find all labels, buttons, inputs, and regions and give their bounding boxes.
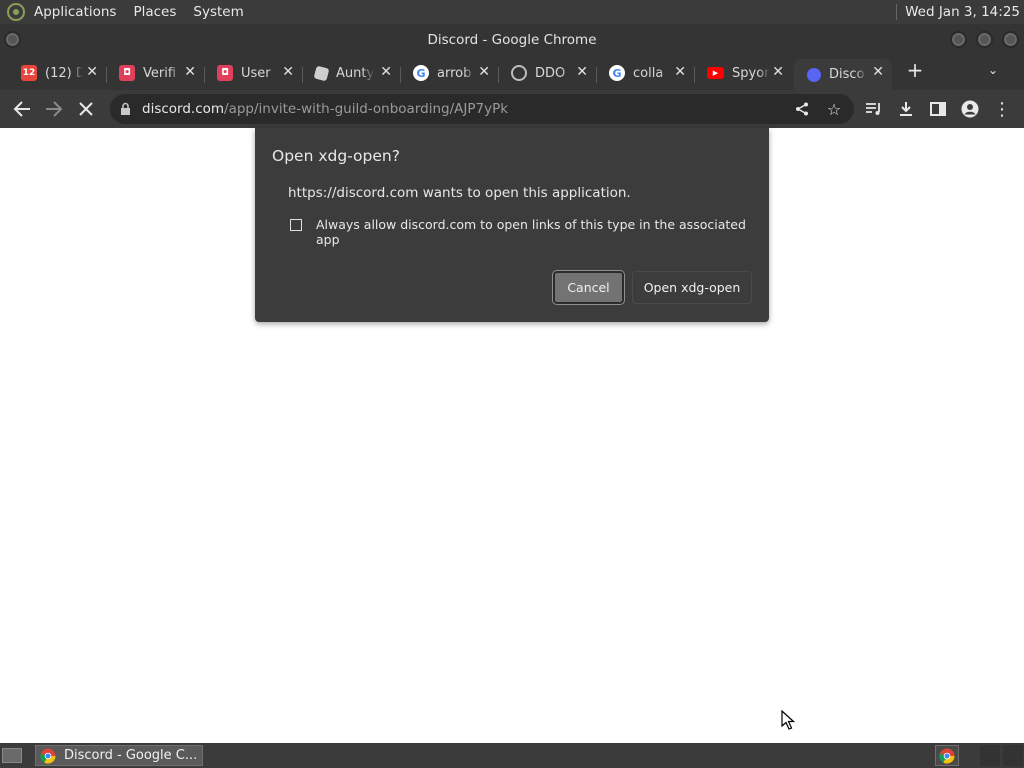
arrow-left-icon xyxy=(13,101,30,117)
close-icon[interactable]: ✕ xyxy=(282,64,294,80)
open-app-dialog: Open xdg-open? https://discord.com wants… xyxy=(255,128,769,322)
open-xdg-open-button[interactable]: Open xdg-open xyxy=(632,271,752,304)
workspace-switcher[interactable] xyxy=(980,745,1000,766)
menu-places[interactable]: Places xyxy=(133,4,176,20)
window-title: Discord - Google Chrome xyxy=(427,32,597,48)
tab-label: (12) D xyxy=(45,65,83,81)
tab-active[interactable]: Disco ✕ xyxy=(794,59,892,90)
taskbar-item-label: Discord - Google C... xyxy=(64,748,198,763)
chrome-icon xyxy=(40,748,56,764)
close-window-button[interactable] xyxy=(1002,31,1019,48)
globe-icon xyxy=(511,65,527,81)
menu-system[interactable]: System xyxy=(193,4,243,20)
close-icon[interactable]: ✕ xyxy=(380,64,392,80)
taskbar: Discord - Google C... xyxy=(0,743,1024,768)
side-panel-icon[interactable] xyxy=(926,98,950,120)
mouse-cursor-icon xyxy=(781,710,795,730)
tab-strip: 12 (12) D ✕ ◘ Verifi ✕ ◘ User ✕ Aunty ✕ … xyxy=(0,55,1024,90)
tab[interactable]: 12 (12) D ✕ xyxy=(8,59,107,87)
close-icon[interactable]: ✕ xyxy=(576,64,588,80)
minimize-button[interactable] xyxy=(950,31,967,48)
tab-label: Aunty xyxy=(336,65,374,81)
google-icon: G xyxy=(609,65,625,81)
download-icon[interactable] xyxy=(894,98,918,120)
tab-label: Disco xyxy=(829,67,865,82)
window-titlebar[interactable]: Discord - Google Chrome xyxy=(0,24,1024,55)
discord-icon xyxy=(807,67,821,82)
arrow-right-icon xyxy=(46,101,63,117)
always-allow-checkbox[interactable] xyxy=(290,219,302,231)
tab[interactable]: ▶ Spyor ✕ xyxy=(694,59,792,87)
dialog-title: Open xdg-open? xyxy=(272,147,400,165)
menu-applications[interactable]: Applications xyxy=(34,4,116,20)
close-icon xyxy=(79,102,93,116)
system-panel: Applications Places System Wed Jan 3, 14… xyxy=(0,0,1024,24)
stop-loading-button[interactable] xyxy=(74,98,98,120)
tab[interactable]: G colla ✕ xyxy=(596,59,695,87)
close-icon[interactable]: ✕ xyxy=(478,64,490,80)
new-tab-button[interactable]: + xyxy=(903,58,927,82)
kebab-menu-icon[interactable]: ⋮ xyxy=(990,98,1014,120)
tab[interactable]: ◘ Verifi ✕ xyxy=(106,59,205,87)
dialog-message: https://discord.com wants to open this a… xyxy=(288,185,631,201)
forward-button[interactable] xyxy=(42,98,66,120)
close-icon[interactable]: ✕ xyxy=(872,64,884,80)
tab-label: arrob xyxy=(437,65,472,81)
tab-label: DDO xyxy=(535,65,566,81)
tab[interactable]: ◘ User ✕ xyxy=(204,59,303,87)
tab[interactable]: DDO ✕ xyxy=(498,59,597,87)
bot-app-icon: ◘ xyxy=(119,65,135,81)
close-icon[interactable]: ✕ xyxy=(184,64,196,80)
back-button[interactable] xyxy=(10,98,34,120)
taskbar-item-chrome[interactable]: Discord - Google C... xyxy=(35,745,203,766)
url-text[interactable]: discord.com/app/invite-with-guild-onboar… xyxy=(142,101,508,117)
bot-app-icon: ◘ xyxy=(217,65,233,81)
tab-label: Verifi xyxy=(143,65,177,81)
roblox-icon xyxy=(313,65,330,81)
address-bar[interactable]: discord.com/app/invite-with-guild-onboar… xyxy=(110,94,854,124)
tab-label: User xyxy=(241,65,271,81)
share-icon[interactable] xyxy=(790,98,814,120)
close-icon[interactable]: ✕ xyxy=(674,64,686,80)
workspace-switcher[interactable] xyxy=(1003,745,1023,766)
tab-search-chevron-down-icon[interactable]: ⌄ xyxy=(981,59,1005,81)
lock-icon[interactable] xyxy=(120,102,131,116)
tab-label: colla xyxy=(633,65,664,81)
bookmark-star-icon[interactable]: ☆ xyxy=(822,98,846,120)
browser-toolbar: discord.com/app/invite-with-guild-onboar… xyxy=(0,90,1024,128)
close-icon[interactable]: ✕ xyxy=(86,64,98,80)
maximize-button[interactable] xyxy=(976,31,993,48)
cancel-button[interactable]: Cancel xyxy=(553,271,624,304)
google-calendar-icon: 12 xyxy=(21,65,37,81)
distro-logo-icon[interactable] xyxy=(7,3,25,21)
tray-chrome-icon[interactable] xyxy=(935,745,959,766)
always-allow-label[interactable]: Always allow discord.com to open links o… xyxy=(316,217,769,247)
tab-label: Spyor xyxy=(732,65,770,81)
youtube-icon: ▶ xyxy=(707,67,724,79)
google-icon: G xyxy=(413,65,429,81)
profile-avatar-icon[interactable] xyxy=(958,98,982,120)
panel-clock[interactable]: Wed Jan 3, 14:25 xyxy=(896,4,1020,20)
media-control-icon[interactable] xyxy=(862,98,886,120)
close-icon[interactable]: ✕ xyxy=(772,64,784,80)
tab[interactable]: Aunty ✕ xyxy=(302,59,401,87)
tab[interactable]: G arrob ✕ xyxy=(400,59,499,87)
show-desktop-icon[interactable] xyxy=(2,748,22,763)
